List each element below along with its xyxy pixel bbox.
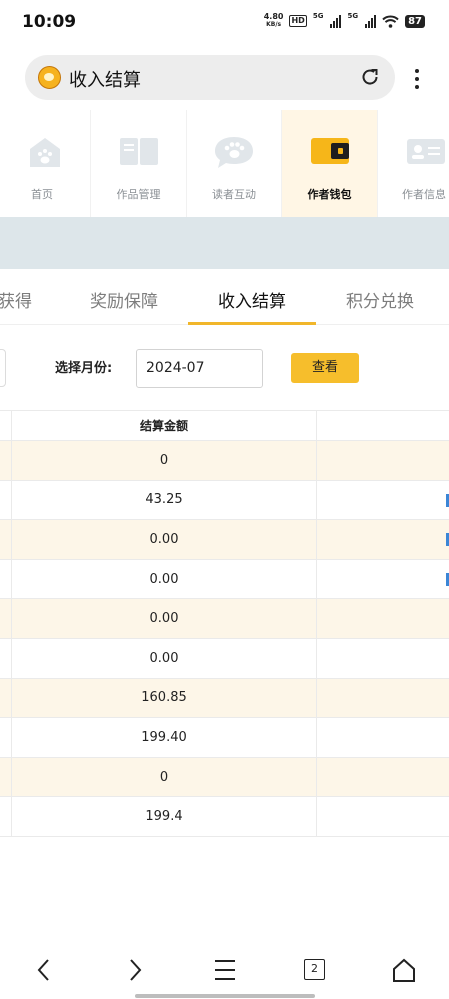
table-header-row: 结算金额 (0, 410, 449, 441)
table-row: 160.85 (0, 678, 449, 719)
table-row: 199.40 (0, 718, 449, 758)
tabs-icon[interactable]: 2 (304, 959, 325, 980)
battery-icon: 87 (405, 14, 425, 28)
status-time: 10:09 (22, 12, 77, 32)
status-icons: 4.80 KB/s HD 5G 5G 87 (263, 12, 425, 29)
wallet-icon (310, 138, 349, 164)
bottom-nav: 2 (0, 945, 449, 999)
filter-row: 选择月份: 2024-07 查看 (0, 340, 449, 398)
table-row: 0.00 (0, 638, 449, 679)
tab-bar: 获得 奖励保障 收入结算 积分兑换 (0, 269, 449, 325)
tab-points-exchange[interactable]: 积分兑换 (346, 287, 414, 312)
nav-label-works: 作品管理 (116, 188, 161, 201)
settlement-amount-cell: 0.00 (149, 611, 179, 627)
column-header-settlement-amount: 结算金额 (139, 419, 188, 433)
active-tab-indicator (188, 322, 316, 325)
sig1-label: 5G (312, 12, 324, 20)
home-icon[interactable] (392, 957, 416, 983)
month-input[interactable]: 2024-07 (136, 349, 263, 388)
address-bar[interactable]: 收入结算 (25, 55, 395, 100)
top-nav: 首页 作品管理 读者互动 作者钱包 作者信息 (0, 110, 449, 217)
nav-label-home: 首页 (31, 188, 53, 201)
book-icon (119, 138, 158, 165)
settlement-amount-cell: 160.85 (141, 690, 187, 706)
settlement-amount-cell: 0.00 (149, 571, 179, 587)
nav-item-author-info[interactable]: 作者信息 (378, 110, 449, 217)
reload-icon[interactable] (359, 66, 381, 88)
network-speed: 4.80 KB/s (263, 12, 284, 29)
settlement-amount-cell: 199.4 (145, 809, 183, 825)
settlement-amount-cell: 43.25 (145, 492, 183, 508)
settlement-amount-cell: 0 (159, 769, 169, 785)
settlement-amount-cell: 0.00 (149, 531, 179, 547)
home-indicator (135, 994, 315, 998)
page-title: 收入结算 (69, 70, 141, 91)
table-row: 199.4 (0, 797, 449, 837)
settlement-amount-cell: 199.40 (141, 729, 187, 745)
hd-icon: HD (289, 15, 307, 27)
forward-icon[interactable] (125, 957, 145, 983)
month-label: 选择月份: (55, 361, 113, 376)
menu-icon[interactable] (213, 957, 237, 983)
table-row: 0.00 (0, 599, 449, 639)
signal-icon-2 (365, 14, 377, 28)
nav-label-wallet: 作者钱包 (307, 188, 352, 201)
more-vertical-icon[interactable] (410, 66, 424, 90)
home-cat-icon (30, 138, 60, 167)
tab-income-settlement[interactable]: 收入结算 (218, 287, 286, 312)
table-row: 0.00 (0, 520, 449, 560)
table-row: 0 (0, 757, 449, 798)
left-select-stub[interactable] (0, 349, 6, 387)
nav-item-works[interactable]: 作品管理 (91, 110, 186, 217)
tab-reward-guarantee[interactable]: 奖励保障 (90, 287, 158, 312)
wifi-icon (382, 15, 399, 28)
settlement-amount-cell: 0 (159, 452, 169, 468)
table-row: 0 (0, 441, 449, 481)
signal-icon (330, 14, 342, 28)
table-row: 43.25 (0, 480, 449, 521)
status-bar: 10:09 4.80 KB/s HD 5G 5G 87 (0, 0, 449, 46)
tab-earned[interactable]: 获得 (0, 287, 32, 312)
nav-label-author-info: 作者信息 (402, 188, 446, 201)
settlement-table: 结算金额 0 43.25 0.00 0.00 0.00 0.00 160.85 199.40 0… (0, 410, 449, 837)
site-logo-icon (38, 66, 61, 89)
banner-band (0, 217, 449, 269)
nav-item-reader[interactable]: 读者互动 (187, 110, 281, 217)
nav-item-wallet[interactable]: 作者钱包 (282, 110, 377, 217)
paw-chat-icon (215, 137, 253, 168)
nav-item-home[interactable]: 首页 (0, 110, 90, 217)
view-button[interactable]: 查看 (291, 353, 359, 383)
back-icon[interactable] (34, 957, 54, 983)
id-card-icon (407, 139, 445, 164)
settlement-amount-cell: 0.00 (149, 650, 179, 666)
nav-label-reader: 读者互动 (212, 188, 256, 201)
sig2-label: 5G (347, 12, 359, 20)
table-row: 0.00 (0, 559, 449, 600)
